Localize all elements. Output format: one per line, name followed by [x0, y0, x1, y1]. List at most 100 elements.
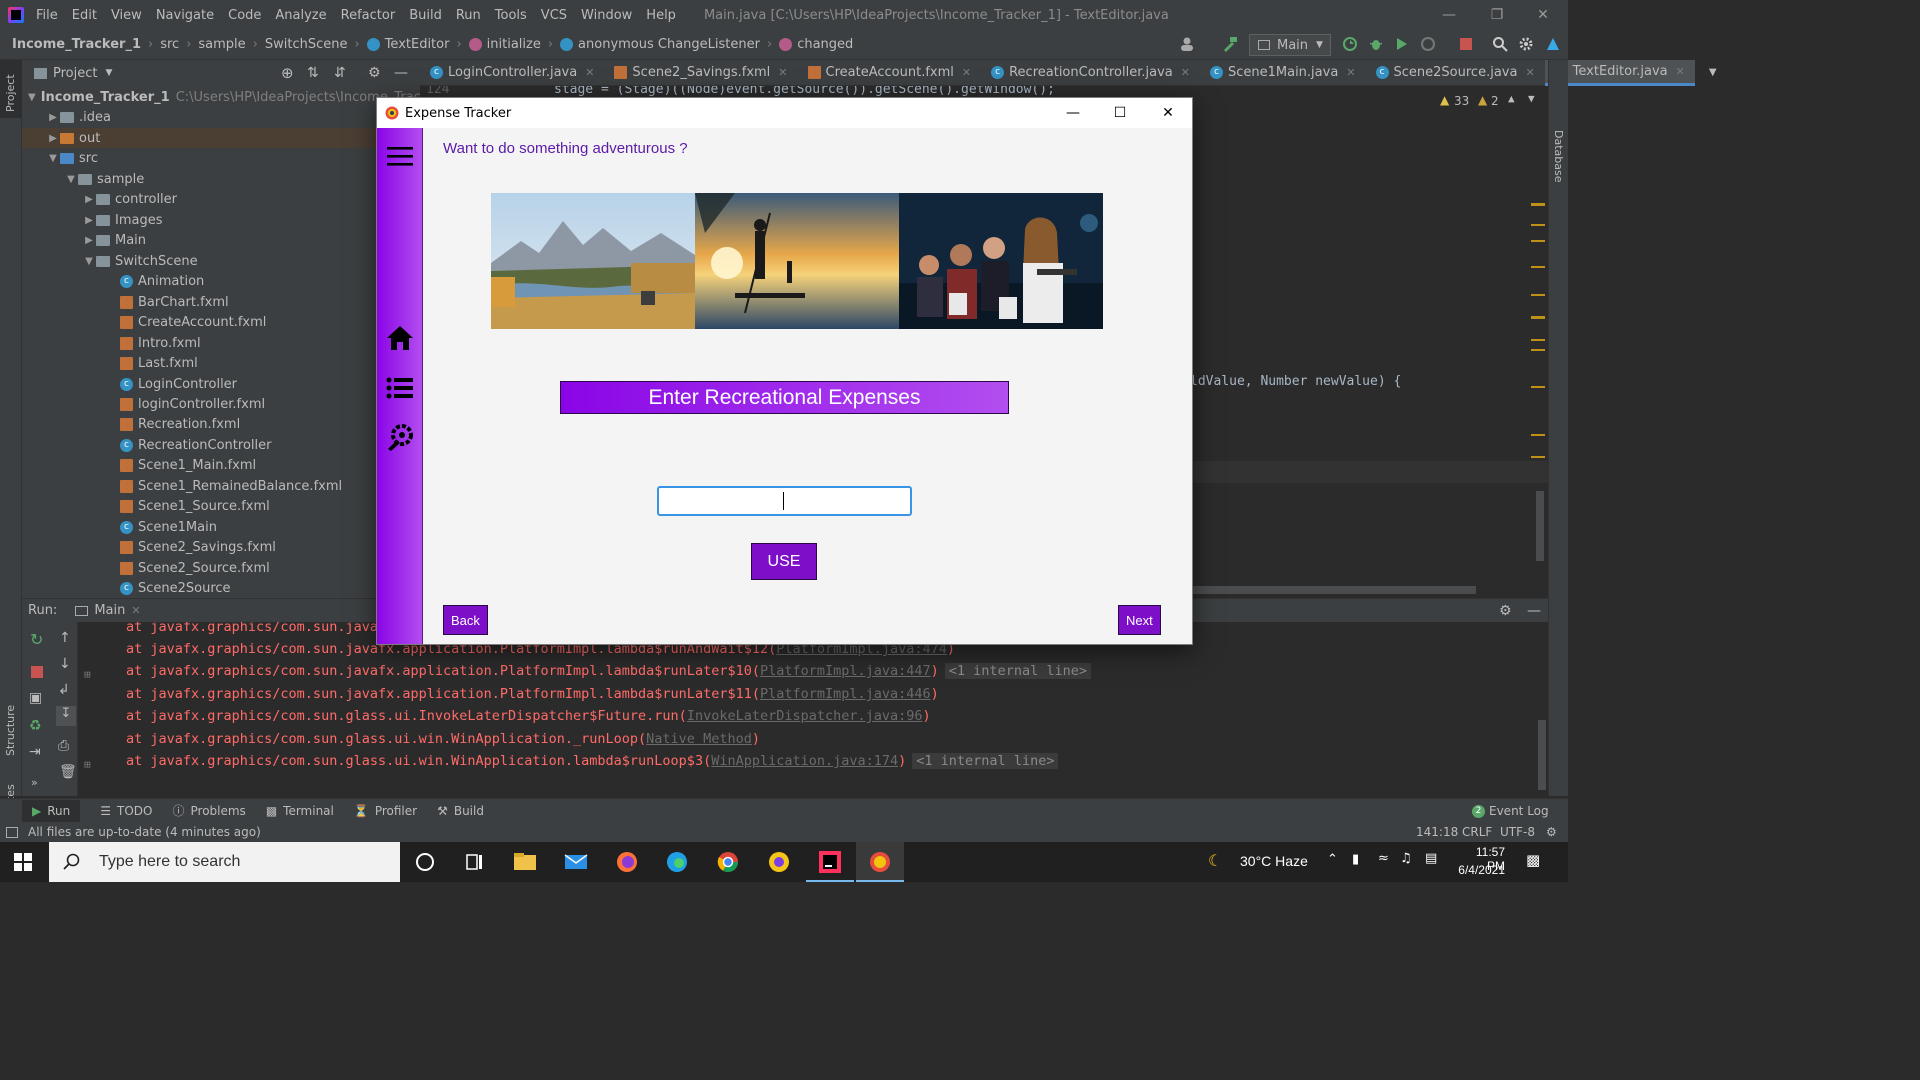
build-hammer-icon[interactable]	[1222, 36, 1238, 52]
menu-build[interactable]: Build	[409, 8, 442, 23]
user-icon[interactable]	[1180, 36, 1196, 52]
print-icon[interactable]: ⎙	[58, 738, 69, 754]
chevron-down-icon[interactable]: ▼	[46, 153, 60, 164]
menu-refactor[interactable]: Refactor	[341, 8, 396, 23]
notifications-icon[interactable]: ▩	[1526, 851, 1540, 869]
close-tab-icon[interactable]: ✕	[131, 604, 140, 617]
close-tab-icon[interactable]: ✕	[962, 66, 971, 79]
app-minimize-icon[interactable]: —	[1050, 98, 1096, 128]
breadcrumb-changed[interactable]: changed	[779, 37, 853, 52]
tree-item[interactable]: c Scene2Source	[22, 578, 420, 598]
intellij-taskbar-button[interactable]	[806, 842, 854, 882]
tree-item[interactable]: ▶ .idea	[22, 107, 420, 127]
tree-item[interactable]: Intro.fxml	[22, 333, 420, 353]
soft-wrap-icon[interactable]: ↲	[58, 682, 70, 698]
menu-file[interactable]: File	[36, 8, 58, 23]
tab-terminal[interactable]: ▩ Terminal	[266, 804, 334, 818]
chevron-up-icon[interactable]: ⌃	[1327, 852, 1338, 867]
tree-item[interactable]: c Scene1Main	[22, 517, 420, 537]
stacktrace-link[interactable]: InvokeLaterDispatcher.java:96	[687, 708, 923, 724]
home-icon[interactable]	[385, 323, 415, 353]
cortana-icon[interactable]	[412, 850, 438, 874]
restore-layout-icon[interactable]: ♻	[29, 718, 42, 734]
arrow-down-icon[interactable]: ↓	[59, 656, 71, 672]
tab-list-chevron-icon[interactable]: ▼	[1709, 67, 1717, 78]
jetbrains-toolbox-icon[interactable]	[1545, 36, 1561, 52]
close-tab-icon[interactable]: ✕	[1181, 66, 1190, 79]
mail-icon[interactable]	[563, 850, 589, 874]
chevron-right-icon[interactable]: ▶	[46, 133, 60, 144]
app-titlebar[interactable]: Expense Tracker — ☐ ✕	[377, 98, 1192, 128]
vertical-scrollbar[interactable]	[1536, 491, 1544, 561]
expand-all-icon[interactable]: ⇅	[307, 65, 319, 81]
file-encoding[interactable]: UTF-8	[1500, 825, 1535, 839]
chevron-right-icon[interactable]: ▶	[82, 215, 96, 226]
restore-icon[interactable]: ❐	[1474, 0, 1520, 30]
tree-item[interactable]: loginController.fxml	[22, 394, 420, 414]
breadcrumb-switchscene[interactable]: SwitchScene	[265, 37, 348, 52]
tools-icon[interactable]	[385, 422, 415, 452]
tree-item[interactable]: c RecreationController	[22, 435, 420, 455]
tab-recreationcontroller[interactable]: c RecreationController.java ✕	[981, 60, 1200, 86]
stop-icon[interactable]	[31, 666, 43, 678]
tree-item[interactable]: ▶ Main	[22, 230, 420, 250]
warning-icon[interactable]: ▲	[1440, 93, 1449, 107]
run-config-select[interactable]: Main ▼	[1249, 34, 1331, 56]
battery-icon[interactable]: ▮	[1352, 852, 1359, 867]
stop-icon[interactable]	[1458, 36, 1474, 52]
folded-lines[interactable]: <1 internal line>	[944, 663, 1091, 679]
tab-event-log[interactable]: 2 Event Log	[1472, 804, 1549, 818]
tree-item[interactable]: ▼ sample	[22, 169, 420, 189]
chevron-down-icon[interactable]: ▼	[82, 256, 96, 267]
search-icon[interactable]	[1492, 36, 1508, 52]
menu-code[interactable]: Code	[228, 8, 261, 23]
menu-window[interactable]: Window	[581, 8, 632, 23]
tree-item[interactable]: BarChart.fxml	[22, 292, 420, 312]
console-scrollbar[interactable]	[1538, 720, 1546, 790]
arrow-up-icon[interactable]: ↑	[59, 630, 71, 646]
wifi-icon[interactable]: ≈	[1378, 851, 1389, 866]
tree-item-root[interactable]: ▼ Income_Tracker_1 C:\Users\HP\IdeaProje…	[22, 87, 420, 107]
menu-vcs[interactable]: VCS	[541, 8, 567, 23]
hamburger-menu-icon[interactable]	[385, 142, 415, 172]
close-tab-icon[interactable]: ✕	[778, 66, 787, 79]
stacktrace-link[interactable]: PlatformImpl.java:447	[760, 663, 931, 679]
chrome-icon[interactable]	[715, 850, 741, 874]
stacktrace-link[interactable]: Native Method	[646, 731, 752, 747]
chevron-right-icon[interactable]: ▶	[82, 194, 96, 205]
tree-item[interactable]: ▶ Images	[22, 210, 420, 230]
tree-item[interactable]: c Animation	[22, 271, 420, 291]
profile-icon[interactable]	[1420, 36, 1436, 52]
structure-tool-label[interactable]: Structure	[4, 705, 17, 756]
toggle-tool-windows-icon[interactable]	[6, 826, 18, 838]
menu-view[interactable]: View	[111, 8, 142, 23]
stacktrace-link[interactable]: PlatformImpl.java:446	[760, 686, 931, 702]
menu-tools[interactable]: Tools	[495, 8, 527, 23]
app-close-icon[interactable]: ✕	[1145, 98, 1191, 128]
tree-item[interactable]: ▶ out	[22, 128, 420, 148]
collapse-all-icon[interactable]: ⇵	[334, 65, 346, 81]
tree-item[interactable]: Scene1_Main.fxml	[22, 455, 420, 475]
weather-moon-icon[interactable]: ☾	[1208, 851, 1222, 870]
scroll-to-end-icon[interactable]: ↧	[56, 706, 76, 726]
next-button[interactable]: Next	[1118, 605, 1161, 635]
debug-icon[interactable]	[1368, 36, 1384, 52]
tree-item[interactable]: Scene2_Savings.fxml	[22, 537, 420, 557]
minimize-icon[interactable]: —	[1426, 0, 1472, 30]
expense-amount-input[interactable]	[657, 486, 912, 516]
exit-icon[interactable]: ⇥	[29, 744, 41, 760]
app-icon[interactable]	[766, 850, 792, 874]
caret-position[interactable]: 141:18	[1416, 825, 1458, 839]
fold-icon[interactable]: ⊞	[84, 668, 91, 681]
tree-item[interactable]: c LoginController	[22, 374, 420, 394]
hide-icon[interactable]: —	[1527, 603, 1541, 619]
file-explorer-icon[interactable]	[512, 850, 538, 874]
camera-icon[interactable]: ▣	[29, 690, 42, 706]
tab-build[interactable]: ⚒ Build	[437, 804, 484, 818]
coverage-icon[interactable]	[1394, 36, 1410, 52]
menu-help[interactable]: Help	[646, 8, 676, 23]
settings-gear-icon[interactable]	[1518, 36, 1534, 52]
volume-icon[interactable]: ♫	[1400, 851, 1412, 866]
lock-icon[interactable]: ⚙	[1546, 825, 1557, 839]
app-maximize-icon[interactable]: ☐	[1097, 98, 1143, 128]
